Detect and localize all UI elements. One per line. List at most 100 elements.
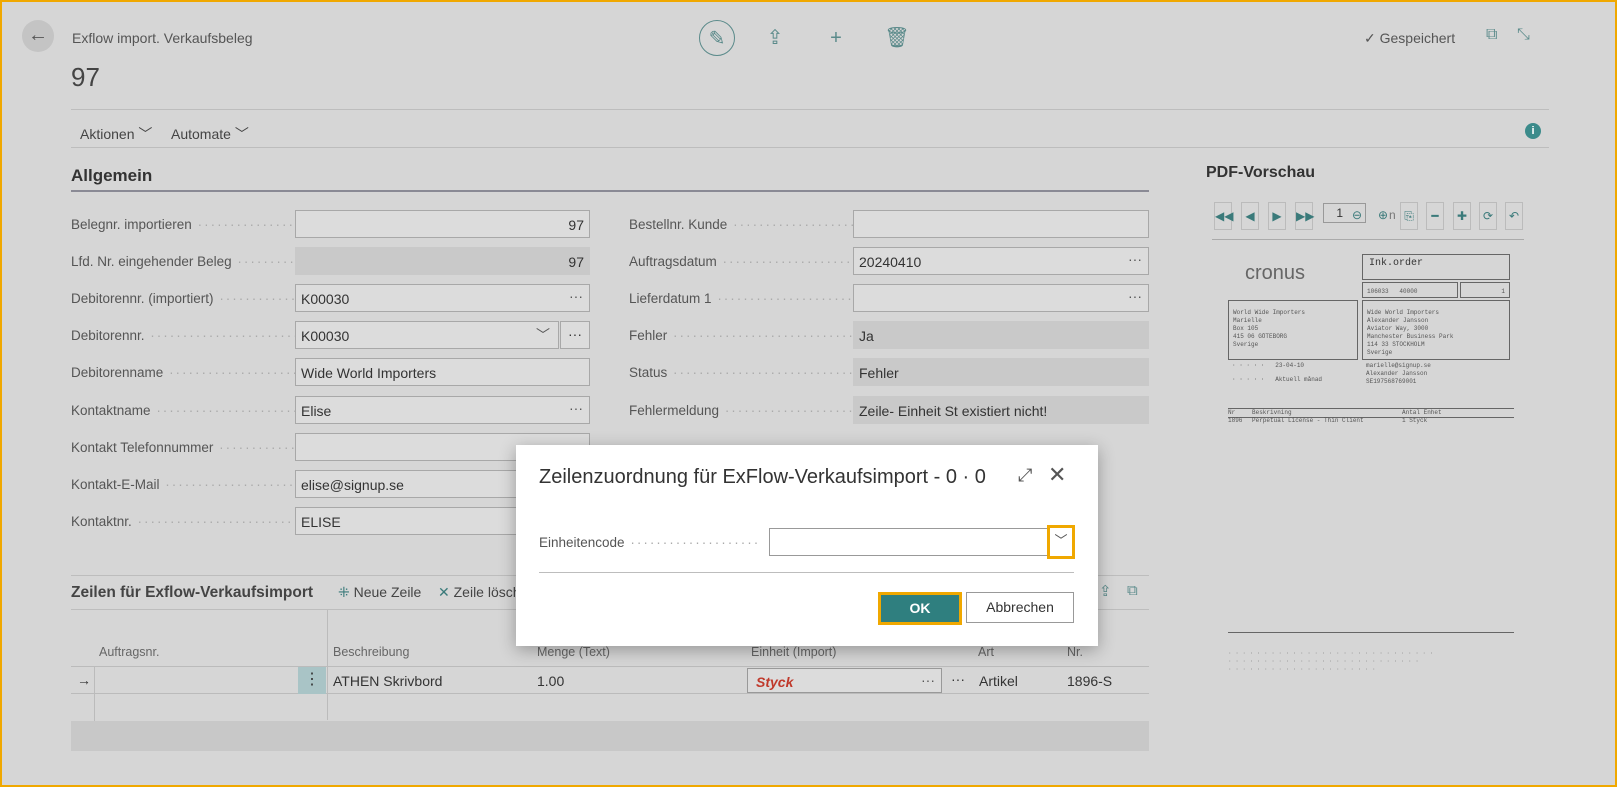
more-button[interactable]: ··· <box>560 321 590 350</box>
field-value: ELISE <box>301 513 341 530</box>
field-value: Zeile- Einheit St existiert nicht! <box>859 402 1048 419</box>
cell-no[interactable]: 1896-S <box>1067 673 1112 689</box>
field-label: Status <box>629 365 854 380</box>
cancel-button[interactable]: Abbrechen <box>966 592 1074 623</box>
pdf-doc-title: Ink.order <box>1362 254 1510 280</box>
automate-menu[interactable]: Automate ﹀ <box>171 124 249 144</box>
field-input[interactable]: 20240410 ··· <box>853 247 1149 276</box>
field-input[interactable]: Wide World Importers <box>295 358 590 387</box>
pdf-col: Antal Enhet <box>1402 409 1442 416</box>
pdf-footer-line <box>1228 632 1514 633</box>
page-title: 97 <box>71 62 100 92</box>
first-page-button[interactable]: ◀◀ <box>1214 202 1233 230</box>
field-value: Elise <box>301 402 332 419</box>
pdf-ship-to: Wide World Importers Alexander Jansson Avi… <box>1362 300 1510 360</box>
new-line-button[interactable]: ⁜ Neue Zeile <box>338 584 421 601</box>
collapse-icon[interactable]: ⤡ <box>1517 26 1530 44</box>
prev-page-button[interactable]: ◀ <box>1241 202 1259 230</box>
pdf-logo: cronus <box>1245 262 1306 284</box>
pdf-customer-no: 40000 <box>1399 288 1418 295</box>
line-mapping-dialog: Zeilenzuordnung für ExFlow-Verkaufsimpor… <box>516 445 1098 646</box>
more-icon[interactable]: ··· <box>951 671 965 687</box>
zoom-out-icon[interactable]: ⊖ <box>1348 202 1366 230</box>
field-input[interactable]: 97 <box>295 210 590 238</box>
field-label: Fehlermeldung <box>629 403 854 418</box>
lookup-icon[interactable]: ··· <box>569 400 583 416</box>
delete-button[interactable]: 🗑 <box>879 20 915 56</box>
row-menu-button[interactable]: ⋮ <box>298 667 326 694</box>
pdf-order-date-value: 23-04-10 <box>1275 362 1305 369</box>
divider <box>539 572 1074 573</box>
saved-label: Gespeichert <box>1379 30 1456 46</box>
share-button[interactable]: ⇪ <box>757 20 793 56</box>
unit-code-label: Einheitencode <box>539 535 761 550</box>
chevron-down-icon[interactable]: ﹀ <box>1047 525 1075 559</box>
unit-code-input[interactable] <box>769 528 1073 556</box>
field-input[interactable]: K00030 ··· <box>295 284 590 313</box>
actions-label: Aktionen <box>80 126 135 142</box>
col-header-order[interactable]: Auftragsnr. <box>99 645 159 659</box>
plus-icon: + <box>830 27 842 49</box>
field-input[interactable]: K00030 ﹀ <box>295 321 559 350</box>
undo-icon[interactable]: ↶ <box>1505 202 1523 230</box>
field-input[interactable]: Elise ··· <box>295 395 590 424</box>
field-label: Auftragsdatum <box>629 254 854 269</box>
plus-icon[interactable]: ✚ <box>1453 202 1471 230</box>
cell-qty[interactable]: 1.00 <box>537 673 564 689</box>
share-icon[interactable]: ⇪ <box>1099 582 1112 600</box>
zoom-in-icon[interactable]: ⊕ <box>1374 202 1392 230</box>
lookup-icon[interactable]: ··· <box>569 288 583 304</box>
column-divider <box>327 610 328 720</box>
close-icon[interactable]: ✕ <box>1048 462 1066 488</box>
col-header-type[interactable]: Art <box>978 645 994 659</box>
pdf-delivery-value: Aktuell månad <box>1275 376 1323 383</box>
automate-label: Automate <box>171 126 231 142</box>
pdf-col: Beskrivning <box>1252 409 1292 416</box>
cell-description[interactable]: ATHEN Skrivbord <box>333 673 442 689</box>
expand-icon[interactable]: ⧉ <box>1127 582 1138 599</box>
field-label: Kontaktname <box>71 403 296 418</box>
actions-menu[interactable]: Aktionen ﹀ <box>80 124 152 144</box>
next-page-button[interactable]: ▶ <box>1268 202 1286 230</box>
fit-page-icon[interactable]: ⎘ <box>1400 202 1418 230</box>
table-row[interactable]: → ⋮ ATHEN Skrivbord 1.00 Styck ··· ··· Ar… <box>71 666 1149 721</box>
field-input[interactable] <box>853 210 1149 238</box>
refresh-icon[interactable]: ⟳ <box>1479 202 1497 230</box>
pdf-cell: 1 Styck <box>1402 417 1428 424</box>
pdf-address-line: Sverige <box>1367 349 1393 356</box>
arrow-left-icon: ← <box>28 24 48 46</box>
pdf-order-date: · · · · · 23-04-10 <box>1232 362 1305 369</box>
pdf-address-line: 114 33 STOCKHOLM <box>1367 341 1425 348</box>
lookup-icon[interactable]: ··· <box>1128 251 1142 267</box>
new-line-label: Neue Zeile <box>353 584 422 600</box>
open-new-window-icon[interactable]: ⧉ <box>1486 26 1497 44</box>
field-label: Lfd. Nr. eingehender Beleg <box>71 254 296 269</box>
col-header-description[interactable]: Beschreibung <box>333 645 409 659</box>
pdf-preview-title: PDF-Vorschau <box>1206 164 1316 181</box>
expand-dialog-icon[interactable]: ⤢ <box>1018 465 1032 486</box>
row-arrow-icon: → <box>77 672 91 688</box>
last-page-button[interactable]: ▶▶ <box>1295 202 1314 230</box>
chevron-down-icon[interactable]: ﹀ <box>536 325 550 345</box>
col-header-qty[interactable]: Menge (Text) <box>537 645 610 659</box>
field-value: Ja <box>859 328 874 345</box>
col-header-unit[interactable]: Einheit (Import) <box>751 645 836 659</box>
lookup-icon[interactable]: ··· <box>1128 288 1142 304</box>
delete-line-button[interactable]: ✕ Zeile lösch <box>438 584 521 601</box>
cell-unit-input[interactable]: Styck ··· <box>747 668 942 693</box>
field-label: Kontakt Telefonnummer <box>71 440 296 455</box>
divider <box>1212 239 1524 240</box>
ok-button[interactable]: OK <box>878 592 962 625</box>
field-label: Debitorennr. <box>71 328 296 343</box>
new-button[interactable]: + <box>818 20 854 56</box>
back-button[interactable]: ← <box>22 20 54 52</box>
info-icon[interactable]: i <box>1525 123 1541 139</box>
minus-icon[interactable]: ━ <box>1426 202 1444 230</box>
col-header-no[interactable]: Nr. <box>1067 645 1083 659</box>
edit-button[interactable]: ✎ <box>699 20 735 56</box>
cell-type[interactable]: Artikel <box>979 673 1018 689</box>
delete-line-icon: ✕ <box>438 584 450 600</box>
lookup-icon[interactable]: ··· <box>921 672 935 688</box>
field-input[interactable]: ··· <box>853 284 1149 313</box>
pencil-icon: ✎ <box>708 28 726 50</box>
